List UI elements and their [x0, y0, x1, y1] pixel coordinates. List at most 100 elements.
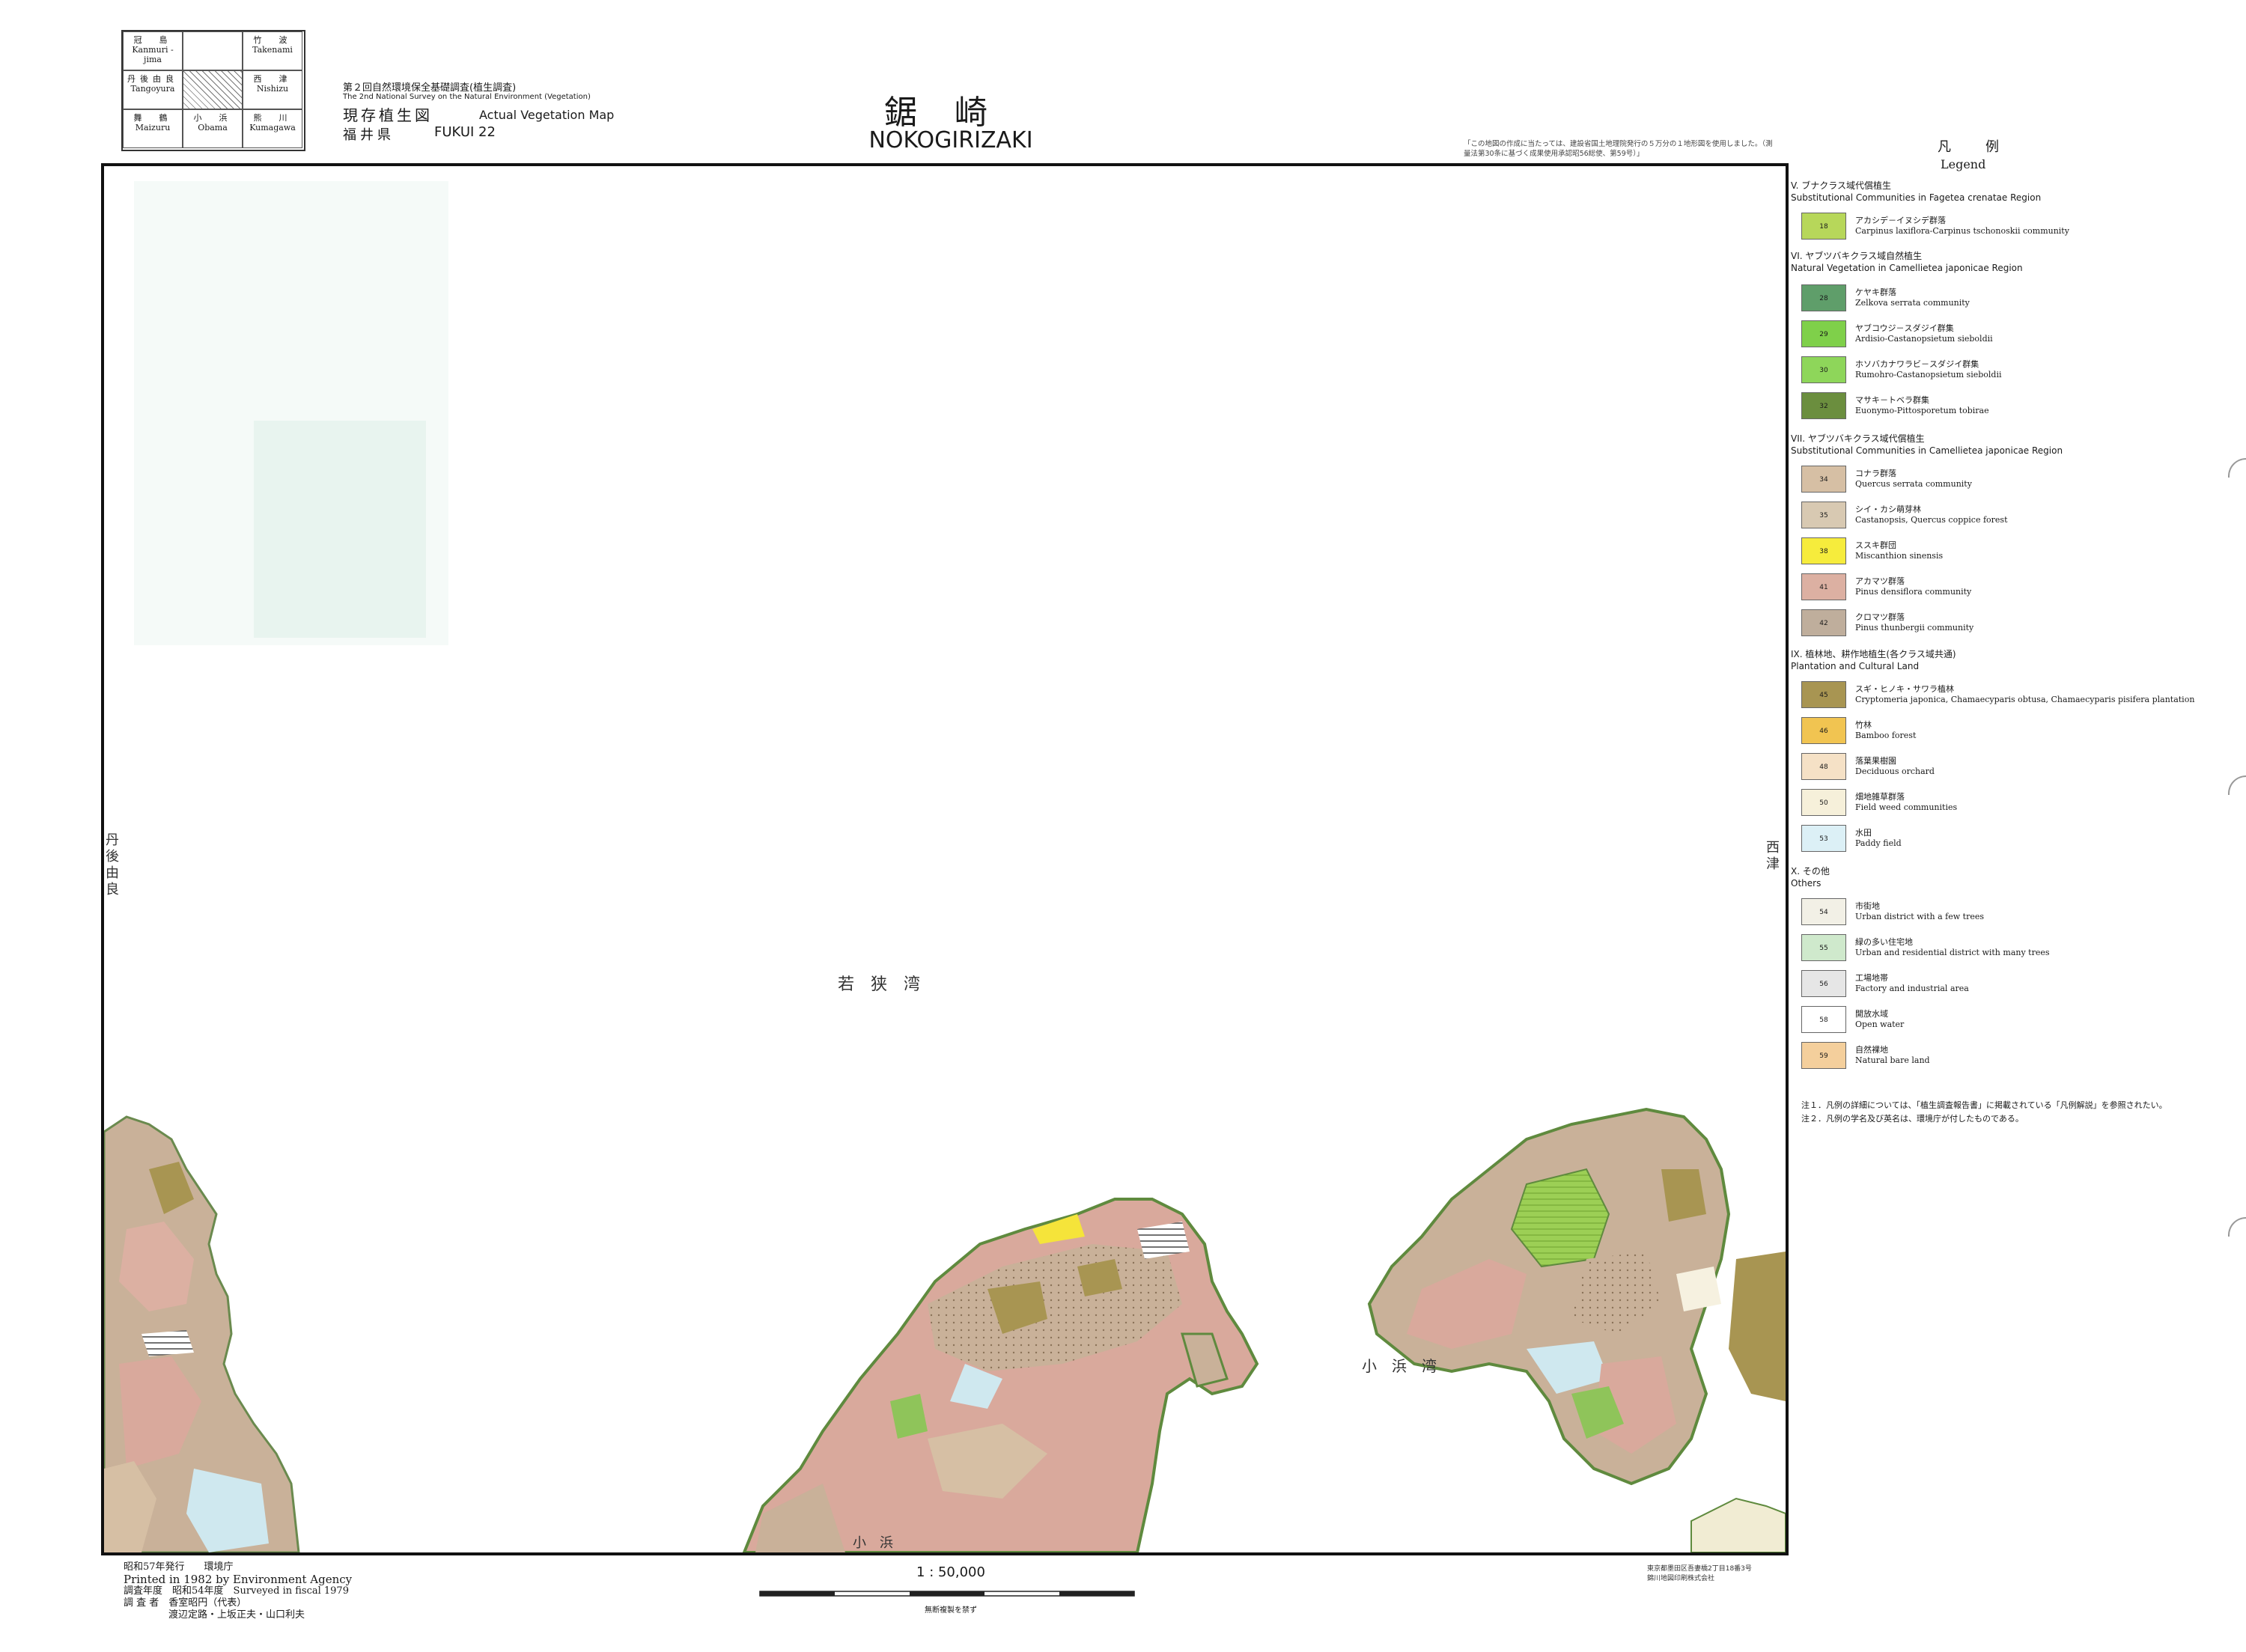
legend-label-jp: 開放水域: [1855, 1009, 1888, 1019]
footer-credits: 昭和57年発行 環境庁 Printed in 1982 by Environme…: [124, 1561, 352, 1621]
legend-item: 29 ヤブコウジ－スダジイ群集 Ardisio-Castanopsietum sie…: [1801, 320, 2236, 352]
legend-label-en: Factory and industrial area: [1855, 984, 1969, 993]
legend-item: 32 マサキ－トベラ群集 Euonymo-Pittosporetum tobirae: [1801, 392, 2236, 424]
legend-item: 59 自然裸地 Natural bare land: [1801, 1042, 2236, 1073]
legend-item: 18 アカシデ－イヌシデ群落 Carpinus laxiflora-Carpinus…: [1801, 213, 2236, 244]
index-cell: 熊 川 Kumagawa: [243, 109, 302, 148]
legend-swatch: 53: [1801, 825, 1846, 852]
legend-label-jp: 水田: [1855, 828, 1872, 838]
legend-swatch: 38: [1801, 537, 1846, 564]
legend-label-en: Ardisio-Castanopsietum sieboldii: [1855, 334, 1993, 344]
legend-section: VI. ヤブツバキクラス域自然植生 Natural Vegetation in C…: [1791, 251, 2023, 273]
legend-label-jp: 畑地雑草群落: [1855, 792, 1905, 802]
legend-swatch: 46: [1801, 717, 1846, 744]
legend-label-jp: ケヤキ群落: [1855, 287, 1896, 297]
legend-label-jp: ホソバカナワラビ－スダジイ群集: [1855, 359, 1979, 369]
legend-item: 58 開放水域 Open water: [1801, 1006, 2236, 1037]
legend-swatch: 34: [1801, 466, 1846, 493]
survey-title-en: The 2nd National Survey on the Natural E…: [343, 93, 591, 101]
legend-item: 55 緑の多い住宅地 Urban and residential district …: [1801, 934, 2236, 966]
bottom-edge-label: 小 浜: [853, 1535, 893, 1551]
legend-label-jp: シイ・カシ萌芽林: [1855, 505, 1921, 514]
ghost-block: [254, 421, 426, 638]
publisher-address: 東京都墨田区吾妻橋2丁目18番3号: [1647, 1565, 1752, 1573]
publisher-info: 東京都墨田区吾妻橋2丁目18番3号 錦川地図印刷株式会社: [1647, 1564, 1752, 1584]
legend-section: IX. 植林地、耕作地植生(各クラス域共通) Plantation and Cul…: [1791, 649, 1956, 671]
legend-label-jp: 工場地帯: [1855, 973, 1888, 983]
legend-swatch: 42: [1801, 609, 1846, 636]
punch-mark: [2228, 458, 2246, 478]
issued-en: Printed in 1982 by Environment Agency: [124, 1573, 353, 1586]
legend-swatch: 54: [1801, 898, 1846, 925]
legend-label-jp: 竹林: [1855, 720, 1872, 730]
index-cell: 冠 島 Kanmuri -jima: [123, 31, 183, 70]
issued-jp: 昭和57年発行 環境庁: [124, 1561, 234, 1573]
legend-label-jp: マサキ－トベラ群集: [1855, 395, 1929, 405]
legend-label-jp: 市街地: [1855, 901, 1880, 911]
legend-swatch: 59: [1801, 1042, 1846, 1069]
legend-item: 35 シイ・カシ萌芽林 Castanopsis, Quercus coppice f…: [1801, 502, 2236, 533]
legend-swatch: 35: [1801, 502, 1846, 528]
legend-label-jp: ヤブコウジ－スダジイ群集: [1855, 323, 1954, 333]
legend-swatch: 29: [1801, 320, 1846, 347]
legend-item: 46 竹林 Bamboo forest: [1801, 717, 2236, 749]
legend-swatch: 41: [1801, 573, 1846, 600]
index-cell: [183, 31, 243, 70]
survey-year: 調査年度 昭和54年度 Surveyed in fiscal 1979: [124, 1585, 349, 1597]
legend-swatch: 55: [1801, 934, 1846, 961]
index-cell: 丹後由良 Tangoyura: [123, 70, 183, 109]
legend-label-jp: 緑の多い住宅地: [1855, 937, 1913, 947]
index-cell: 舞 鶴 Maizuru: [123, 109, 183, 148]
legend-label-jp: クロマツ群落: [1855, 612, 1905, 622]
legend-label-jp: コナラ群落: [1855, 469, 1896, 478]
legend-label-jp: アカシデ－イヌシデ群落: [1855, 216, 1946, 225]
legend-note: 注１．凡例の詳細については、「植生調査報告書」に掲載されている「凡例解説」を参照…: [1801, 1100, 2167, 1110]
legend-title-en: Legend: [1941, 157, 1986, 171]
legend-item: 54 市街地 Urban district with a few trees: [1801, 898, 2236, 930]
legend-swatch: 28: [1801, 284, 1846, 311]
data-source-note: 「この地図の作成に当たっては、建設省国土地理院発行の５万分の１地形図を使用しまし…: [1464, 140, 1773, 158]
legend-swatch: 50: [1801, 789, 1846, 816]
index-cell: 西 津 Nishizu: [243, 70, 302, 109]
legend-label-en: Bamboo forest: [1855, 731, 1917, 740]
legend-label-en: Quercus serrata community: [1855, 479, 1972, 489]
legend-swatch: 45: [1801, 681, 1846, 708]
legend-label-en: Cryptomeria japonica, Chamaecyparis obtu…: [1855, 695, 2195, 704]
legend-label-jp: 落葉果樹園: [1855, 756, 1896, 766]
survey-title: 第２回自然環境保全基礎調査(植生調査): [343, 82, 517, 94]
legend-item: 34 コナラ群落 Quercus serrata community: [1801, 466, 2236, 497]
legend-label-en: Miscanthion sinensis: [1855, 551, 1944, 561]
left-edge-label: 丹後由良: [106, 832, 119, 897]
legend-label-en: Deciduous orchard: [1855, 766, 1935, 776]
legend-swatch: 56: [1801, 970, 1846, 997]
index-cell-current: [183, 70, 243, 109]
map-type: 現存植生図: [343, 106, 433, 124]
vegetation-map[interactable]: 若 狭 湾 小 浜 湾 小 浜: [104, 166, 1786, 1552]
index-grid: 冠 島 Kanmuri -jima 竹 波 Takenami 丹後由良 Tangoyu…: [121, 30, 305, 151]
index-cell: 小 浜 Obama: [183, 109, 243, 148]
legend-label-en: Rumohro-Castanopsietum sieboldii: [1855, 370, 2002, 380]
legend-section: VII. ヤブツバキクラス域代償植生 Substitutional Communi…: [1791, 433, 2063, 456]
right-edge-label: 西津: [1766, 840, 1780, 872]
index-cell: 竹 波 Takenami: [243, 31, 302, 70]
legend-label-en: Euonymo-Pittosporetum tobirae: [1855, 406, 1989, 415]
legend-item: 45 スギ・ヒノキ・サワラ植林 Cryptomeria japonica, Cham…: [1801, 681, 2236, 713]
bay-label-obama: 小 浜 湾: [1362, 1357, 1437, 1375]
legend-swatch: 58: [1801, 1006, 1846, 1033]
map-frame[interactable]: 若 狭 湾 小 浜 湾 小 浜 丹後由良 西津: [101, 163, 1789, 1555]
bay-label-wakasa: 若 狭 湾: [838, 975, 920, 994]
legend-label-en: Natural bare land: [1855, 1055, 1930, 1065]
legend-swatch: 30: [1801, 356, 1846, 383]
legend-label-en: Pinus densiflora community: [1855, 587, 1972, 597]
legend-label-en: Field weed communities: [1855, 802, 1958, 812]
legend-item: 50 畑地雑草群落 Field weed communities: [1801, 789, 2236, 820]
legend-swatch: 32: [1801, 392, 1846, 419]
scale-note: 無断複製を禁ず: [925, 1606, 977, 1615]
scale-ratio: 1 : 50,000: [916, 1564, 985, 1580]
legend-swatch: 18: [1801, 213, 1846, 240]
map-title: 鋸崎: [884, 94, 1025, 132]
map-title-en: NOKOGIRIZAKI: [868, 127, 1033, 153]
punch-mark: [2228, 1217, 2246, 1237]
legend-label-jp: ススキ群団: [1855, 540, 1896, 550]
legend-label-en: Open water: [1855, 1019, 1905, 1029]
